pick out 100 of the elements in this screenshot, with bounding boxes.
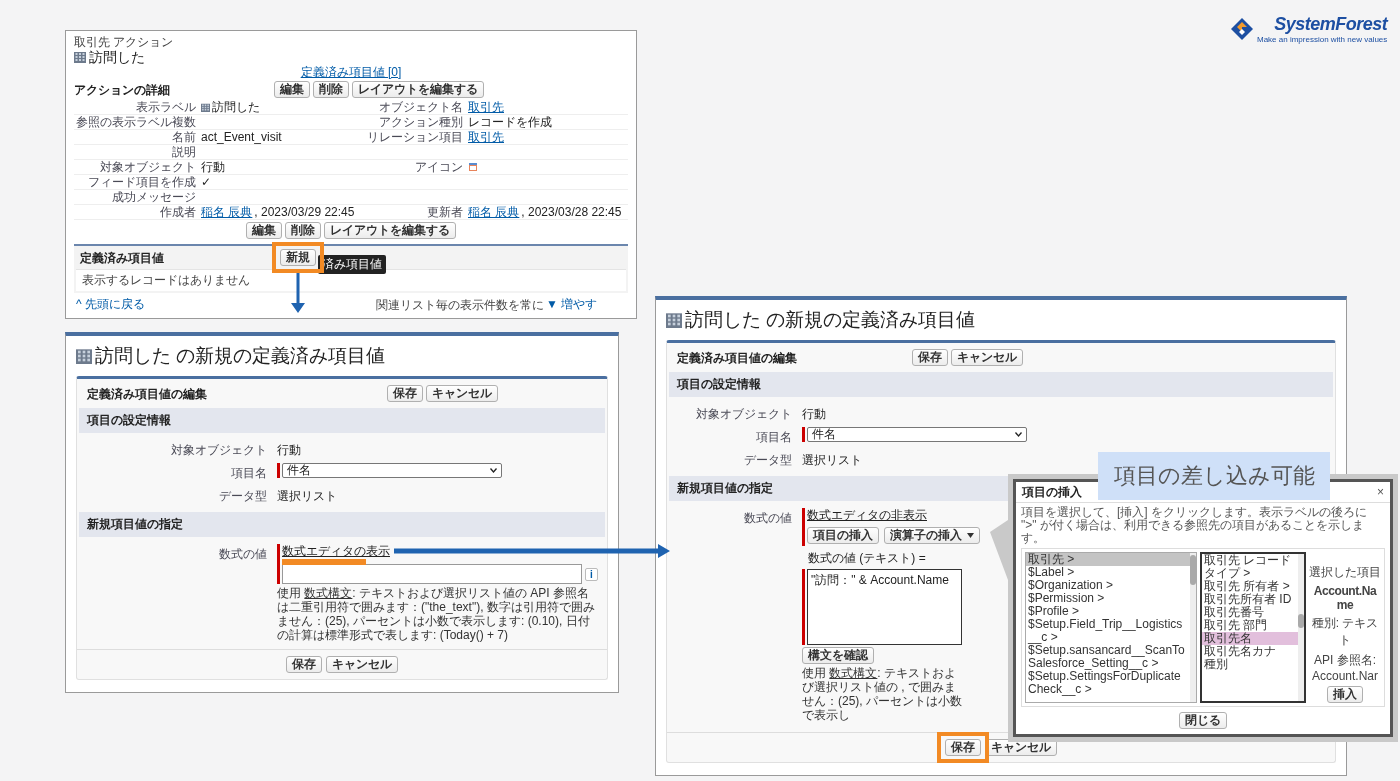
logo-name: SystemForest: [1274, 14, 1388, 35]
chevron-icon: [490, 468, 497, 473]
toolbar-button[interactable]: 編集: [274, 81, 310, 98]
help-text: 使用 数式構文: テキストおよび選択リスト値の , で囲みません：(25), パーセントは小数で表示し: [802, 666, 963, 722]
field-label: 名前: [171, 130, 196, 144]
page-title: 訪問した の新規の定義済み項目値: [685, 308, 976, 332]
toolbar-button[interactable]: レイアウトを編集する: [324, 222, 456, 239]
list-item[interactable]: 取引先 所有者 >: [1202, 580, 1298, 593]
building-icon: [76, 348, 92, 364]
form-button[interactable]: キャンセル: [426, 385, 498, 402]
field-label: データ型: [743, 452, 792, 469]
scrollbar-thumb[interactable]: [1298, 614, 1304, 628]
empty-message: 表示するレコードはありません: [76, 269, 626, 291]
caret-icon: [967, 533, 974, 538]
detail-link[interactable]: 取引先: [468, 130, 504, 144]
field-label: 参照の表示ラベル複数: [75, 115, 196, 129]
scrollbar-thumb[interactable]: [1190, 555, 1196, 585]
toolbar-button[interactable]: 削除: [285, 222, 321, 239]
detail-value: 行動: [201, 160, 225, 174]
field-label: 対象オブジェクト: [170, 442, 267, 459]
save-button[interactable]: 保存: [945, 739, 981, 756]
field-label: データ型: [218, 488, 267, 505]
select-field[interactable]: 件名: [807, 427, 1027, 442]
syntax-link[interactable]: 数式構文: [829, 666, 878, 680]
list-item[interactable]: 取引先 部門: [1202, 619, 1298, 632]
form-button[interactable]: 保存: [387, 385, 423, 402]
form-button[interactable]: キャンセル: [326, 656, 398, 673]
form-button[interactable]: 保存: [286, 656, 322, 673]
dialog-description: 項目を選択して、[挿入] をクリックします。表示ラベルの後ろに ">" が付く場合は、利用できる参照先の項目があることを示します。: [1021, 506, 1368, 545]
field-list[interactable]: 取引先 レコードタイプ > 取引先 所有者 > 取引先所有者 ID 取引先番号 取引先 部門 取引先名 取引先名カナ 種別: [1200, 552, 1306, 703]
form-button[interactable]: 保存: [912, 349, 948, 366]
down-arrow: [291, 273, 305, 313]
list-item[interactable]: 取引先所有者 ID: [1202, 593, 1298, 606]
insert-field-button[interactable]: 項目の挿入: [807, 527, 879, 544]
toolbar-button[interactable]: 削除: [313, 81, 349, 98]
user-link[interactable]: 稲名 辰典: [201, 205, 253, 219]
field-label: 項目名: [755, 429, 792, 446]
insert-button[interactable]: 挿入: [1327, 686, 1363, 703]
field-list[interactable]: 取引先 > $Label > $Organization > $Permission > $Profile > $Setup.Field_Trip__Logistics__c > $Setup.sansancard__ScanToSalesforce_Setting__c > $Setup.SettingsForDuplicateCheck__c >: [1025, 552, 1197, 703]
field-label: 項目名: [230, 465, 267, 482]
detail-value: レコードを作成: [468, 115, 552, 129]
selected-field-name: Account.Name: [1312, 584, 1378, 612]
formula-field[interactable]: [282, 564, 582, 584]
related-list-link[interactable]: 定義済み項目値 [0]: [300, 65, 402, 79]
field-value: 選択リスト: [277, 488, 337, 505]
field-type: 種別: テキスト: [1310, 615, 1380, 649]
list-item[interactable]: 取引先 >: [1026, 553, 1190, 566]
select-field[interactable]: 件名: [282, 463, 502, 478]
logo-icon: [1230, 17, 1254, 41]
syntax-link[interactable]: 数式構文: [304, 586, 353, 600]
list-item[interactable]: $Organization >: [1026, 579, 1190, 592]
formula-label: 数式の値 (テキスト) =: [807, 550, 926, 567]
field-label: アクション種別: [378, 115, 463, 129]
new-button[interactable]: 新規: [280, 249, 316, 266]
list-item[interactable]: $Label >: [1026, 566, 1190, 579]
formula-field[interactable]: "訪問：" & Account.Name: [807, 569, 962, 645]
field-label: アイコン: [414, 160, 463, 174]
field-label: 対象オブジェクト: [99, 160, 196, 174]
detail-link[interactable]: 取引先: [468, 100, 504, 114]
field-value: 選択リスト: [802, 452, 862, 469]
editor-link[interactable]: 数式エディタの表示: [282, 544, 390, 558]
toolbar-button[interactable]: 編集: [246, 222, 282, 239]
list-item[interactable]: 取引先 レコードタイプ >: [1202, 554, 1298, 580]
list-item[interactable]: 種別: [1202, 658, 1298, 671]
page-title: 訪問した: [89, 49, 145, 65]
list-item[interactable]: $Profile >: [1026, 605, 1190, 618]
list-item[interactable]: $Setup.Field_Trip__Logistics__c >: [1026, 618, 1190, 644]
highlight-frame: [272, 242, 324, 273]
date-text: , 2023/03/28 22:45: [521, 205, 622, 219]
footer-note: 関連リスト毎の表示件数を常に: [376, 297, 544, 312]
section-header: 項目の設定情報: [669, 372, 1333, 397]
form-button[interactable]: キャンセル: [951, 349, 1023, 366]
section-title: アクションの詳細: [74, 82, 171, 97]
toolbar-button[interactable]: レイアウトを編集する: [352, 81, 484, 98]
field-label: 表示ラベル: [135, 100, 196, 114]
calendar-icon: [468, 162, 478, 172]
list-item[interactable]: 取引先番号: [1202, 606, 1298, 619]
block-title: 定義済み項目値の編集: [87, 386, 208, 401]
show-more-link[interactable]: ▼ 増やす: [546, 296, 598, 313]
close-dialog-button[interactable]: 閉じる: [1179, 712, 1227, 729]
field-label: 更新者: [426, 205, 463, 219]
list-item[interactable]: $Permission >: [1026, 592, 1190, 605]
field-label: 数式の値: [743, 510, 792, 527]
building-icon: [74, 51, 86, 63]
dropdown-button[interactable]: 演算子の挿入: [884, 527, 980, 544]
list-item[interactable]: 取引先名カナ: [1202, 645, 1298, 658]
formula-text: "訪問：" & Account.Name: [811, 573, 949, 587]
list-item[interactable]: $Setup.SettingsForDuplicateCheck__c >: [1026, 670, 1190, 696]
info-button[interactable]: i: [585, 567, 598, 581]
building-icon: [201, 102, 210, 112]
list-item[interactable]: 取引先名: [1202, 632, 1298, 645]
back-to-top-link[interactable]: ^ 先頭に戻る: [76, 296, 376, 313]
callout-label: 項目の差し込み可能: [1098, 452, 1330, 500]
list-item[interactable]: $Setup.sansancard__ScanToSalesforce_Setting__c >: [1026, 644, 1190, 670]
editor-link[interactable]: 数式エディタの非表示: [807, 508, 927, 522]
check-syntax-button[interactable]: 構文を確認: [802, 647, 874, 664]
highlight-frame: [937, 732, 989, 763]
close-button[interactable]: ×: [1377, 485, 1384, 499]
field-label: 説明: [171, 145, 196, 159]
user-link[interactable]: 稲名 辰典: [468, 205, 520, 219]
